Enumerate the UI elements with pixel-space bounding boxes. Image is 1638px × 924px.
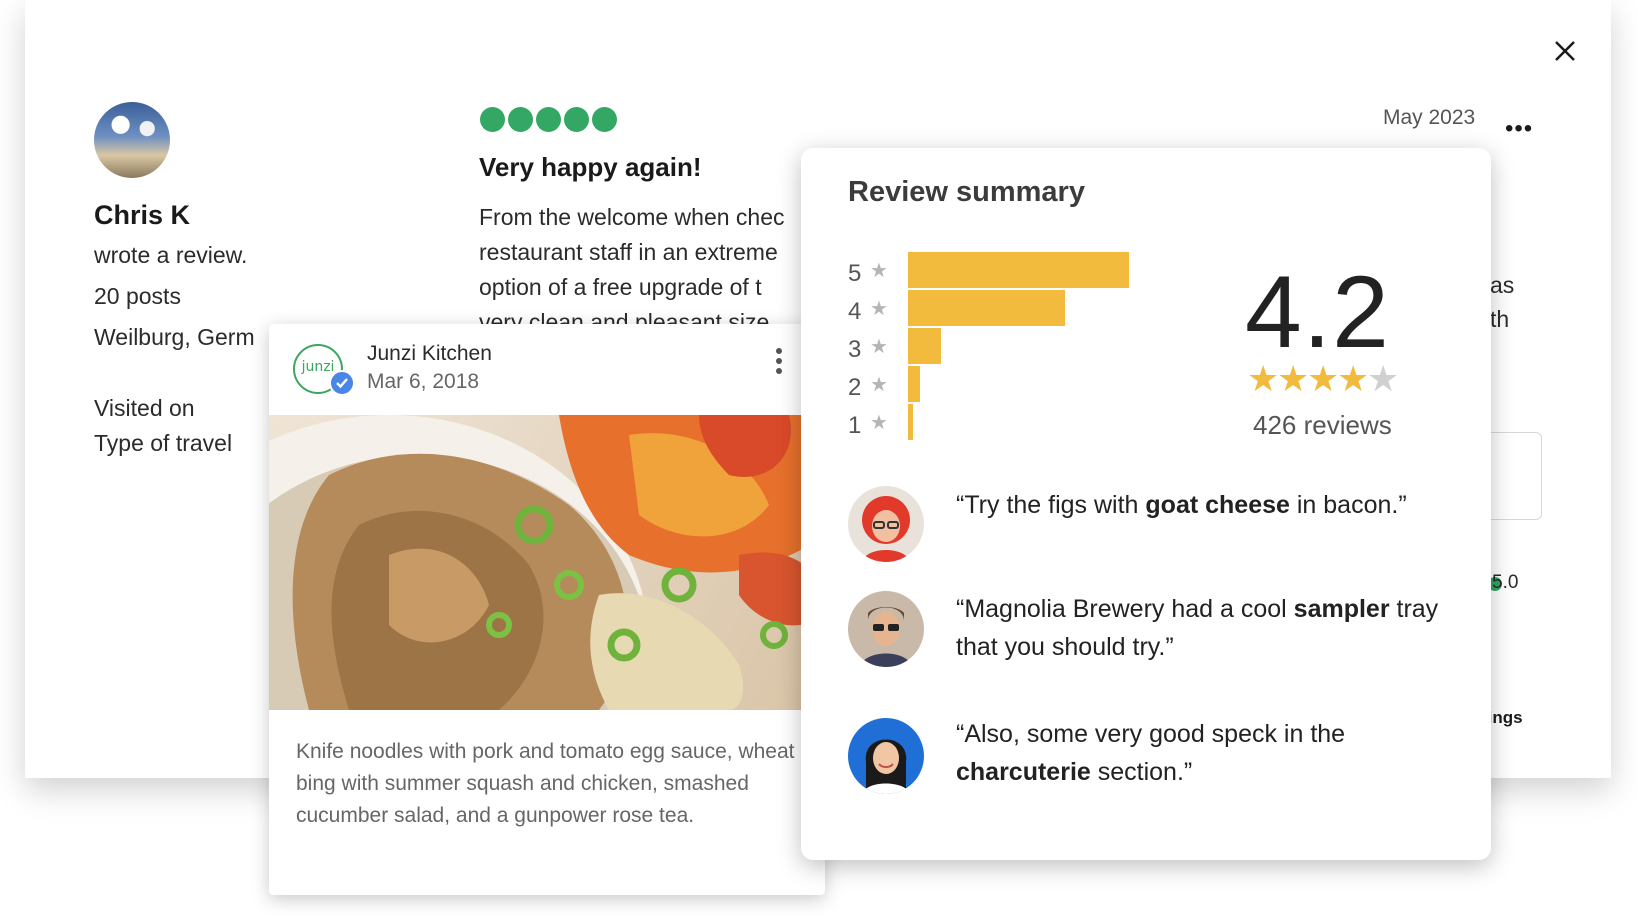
quote-text: “Also, some very good speck in the bbox=[956, 720, 1346, 748]
quote-text: “Magnolia Brewery had a cool bbox=[956, 595, 1294, 623]
star-icon: ★ bbox=[1307, 358, 1340, 399]
quote-keyword: charcuterie bbox=[956, 758, 1091, 786]
average-star-rating: ★ ★ ★ ★ ★ bbox=[1247, 358, 1400, 399]
vertical-dots-icon bbox=[776, 358, 782, 364]
more-options-button[interactable]: ••• bbox=[1505, 115, 1533, 143]
histogram-bar bbox=[908, 328, 941, 364]
review-body-fragment: th bbox=[1490, 306, 1510, 332]
checkmark-icon bbox=[336, 378, 348, 389]
card-menu-button[interactable] bbox=[774, 348, 784, 380]
verified-badge bbox=[329, 370, 355, 396]
highlight-quote: “Try the figs with goat cheese in bacon.… bbox=[956, 486, 1456, 524]
star-icon: ★ bbox=[870, 336, 888, 358]
review-body-line: option of a free upgrade of t bbox=[479, 274, 762, 300]
star-icon: ★ bbox=[1277, 358, 1310, 399]
star-icon: ★ bbox=[870, 374, 888, 396]
histogram-star-label: 4 bbox=[848, 298, 862, 325]
review-body-fragment: as bbox=[1490, 272, 1515, 298]
visited-label: Visited on bbox=[94, 395, 195, 421]
person-avatar-image bbox=[848, 591, 924, 667]
sub-rating-value: 5.0 bbox=[1492, 572, 1519, 593]
vertical-dots-icon bbox=[776, 348, 782, 354]
histogram-star-label: 2 bbox=[848, 374, 862, 401]
average-rating: 4.2 bbox=[1245, 255, 1390, 369]
star-icon: ★ bbox=[870, 412, 888, 434]
histogram-bar bbox=[908, 290, 1065, 326]
food-photo[interactable] bbox=[269, 415, 825, 710]
reviewer-location: Weilburg, Germ bbox=[94, 324, 255, 350]
reviewer-name[interactable]: Chris K bbox=[94, 200, 190, 231]
person-avatar-image bbox=[848, 486, 924, 562]
travel-type-label: Type of travel bbox=[94, 430, 233, 456]
avatar[interactable] bbox=[848, 591, 924, 667]
noodle-dish-image bbox=[269, 415, 825, 710]
review-body: From the welcome when chec restaurant st… bbox=[479, 200, 809, 332]
vertical-dots-icon bbox=[776, 368, 782, 374]
review-body-line: From the welcome when chec bbox=[479, 204, 785, 230]
review-action: wrote a review. bbox=[94, 242, 248, 268]
histogram-bar bbox=[908, 404, 913, 440]
star-icon: ★ bbox=[870, 298, 888, 320]
review-count[interactable]: 426 reviews bbox=[1253, 410, 1392, 441]
star-icon: ★ bbox=[1337, 358, 1370, 399]
post-date: Mar 6, 2018 bbox=[367, 370, 480, 393]
reviewer-avatar[interactable] bbox=[94, 102, 170, 178]
close-button[interactable] bbox=[1548, 34, 1582, 68]
quote-text: “Try the figs with bbox=[956, 491, 1146, 519]
review-body-line: restaurant staff in an extreme bbox=[479, 239, 778, 265]
business-post-card: junzi Junzi Kitchen Mar 6, 2018 Knife no… bbox=[269, 324, 825, 895]
quote-text: section.” bbox=[1090, 758, 1193, 786]
avatar[interactable] bbox=[848, 718, 924, 794]
histogram-bar bbox=[908, 252, 1129, 288]
person-avatar-image bbox=[848, 718, 924, 794]
post-caption: Knife noodles with pork and tomato egg s… bbox=[296, 740, 795, 827]
summary-title: Review summary bbox=[848, 176, 1085, 208]
histogram-star-label: 3 bbox=[848, 336, 862, 363]
star-icon: ★ bbox=[1247, 358, 1280, 399]
highlight-quote: “Also, some very good speck in the charc… bbox=[956, 715, 1456, 791]
histogram-star-label: 5 bbox=[848, 260, 862, 287]
review-summary-card: Review summary 5 ★ 4 ★ 3 ★ 2 ★ 1 ★ 4.2 ★… bbox=[801, 148, 1491, 860]
star-icon: ★ bbox=[870, 260, 888, 282]
review-title: Very happy again! bbox=[479, 152, 702, 182]
quote-text: in bacon.” bbox=[1289, 491, 1407, 519]
close-icon bbox=[1555, 41, 1575, 61]
rating-bubble bbox=[480, 107, 505, 132]
histogram-bar bbox=[908, 366, 920, 402]
star-icon: ★ bbox=[1367, 358, 1400, 399]
quote-keyword: goat cheese bbox=[1145, 491, 1290, 519]
quote-keyword: sampler bbox=[1293, 595, 1390, 623]
business-name[interactable]: Junzi Kitchen bbox=[367, 342, 492, 366]
post-count: 20 posts bbox=[94, 283, 181, 309]
highlight-quote: “Magnolia Brewery had a cool sampler tra… bbox=[956, 590, 1456, 666]
rating-bubble bbox=[536, 107, 561, 132]
review-date: May 2023 bbox=[1383, 106, 1476, 129]
rating-bubble bbox=[508, 107, 533, 132]
avatar[interactable] bbox=[848, 486, 924, 562]
rating-bubbles bbox=[480, 107, 617, 132]
rating-bubble bbox=[592, 107, 617, 132]
histogram-star-label: 1 bbox=[848, 412, 862, 439]
rating-bubble bbox=[564, 107, 589, 132]
